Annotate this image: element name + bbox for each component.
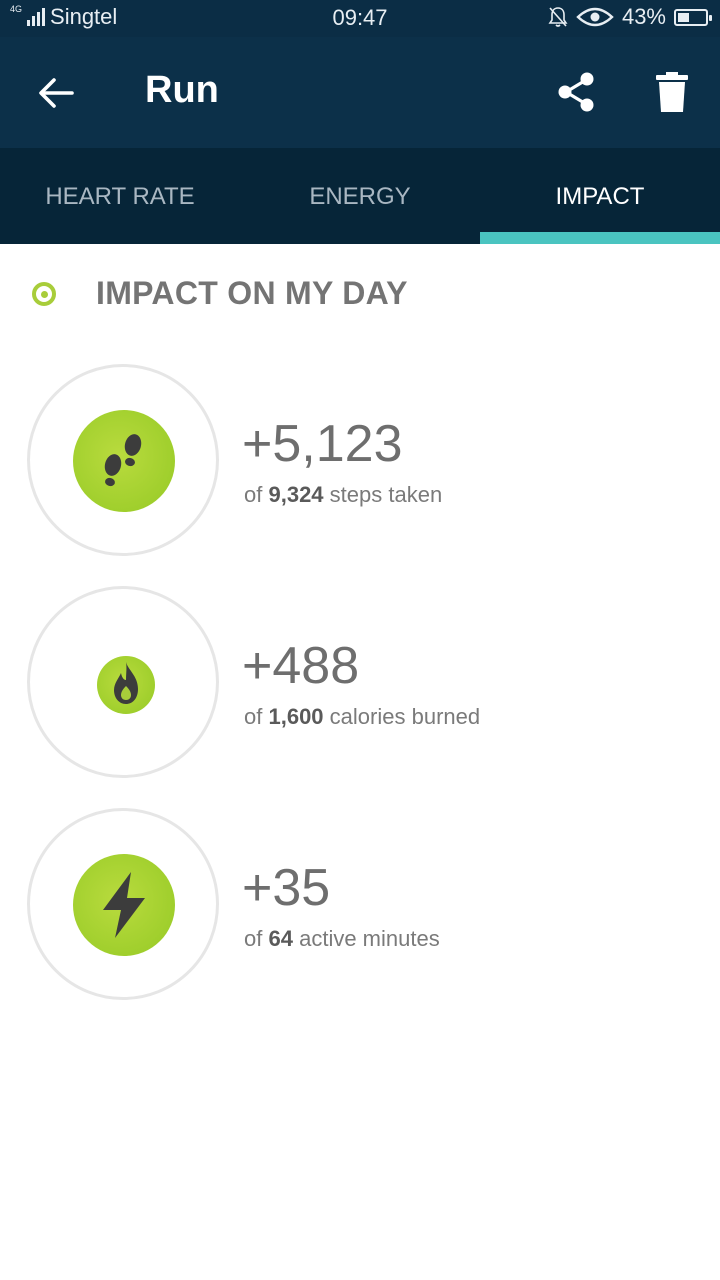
app-bar: Run — [0, 37, 720, 148]
stat-description: of 9,324 steps taken — [244, 482, 442, 508]
status-right: 43% — [548, 4, 712, 30]
stat-calories: +488 of 1,600 calories burned — [27, 586, 707, 782]
stat-prefix: of — [244, 704, 263, 729]
stat-total: 1,600 — [268, 704, 324, 729]
tab-impact[interactable]: IMPACT — [480, 148, 720, 244]
section-header: IMPACT ON MY DAY — [32, 275, 408, 312]
battery-percent: 43% — [621, 4, 666, 29]
stat-suffix: active minutes — [299, 926, 440, 951]
stat-total: 9,324 — [268, 482, 324, 507]
target-dot-icon — [32, 281, 56, 306]
stat-value: +488 — [242, 637, 360, 695]
steps-badge — [73, 410, 175, 512]
stat-total: 64 — [268, 926, 293, 951]
active-minutes-badge — [73, 854, 175, 956]
share-icon[interactable] — [555, 71, 597, 113]
stat-suffix: steps taken — [329, 482, 443, 507]
stat-ring — [27, 364, 219, 556]
footsteps-icon — [104, 434, 142, 487]
battery-icon — [674, 8, 712, 26]
tab-bar: HEART RATE ENERGY IMPACT — [0, 148, 720, 244]
section-title: IMPACT ON MY DAY — [96, 275, 408, 311]
stat-description: of 64 active minutes — [244, 926, 440, 952]
mute-icon — [548, 7, 568, 27]
tab-label: ENERGY — [309, 183, 411, 210]
back-arrow-icon[interactable] — [36, 73, 76, 113]
stat-value: +5,123 — [242, 415, 403, 473]
stat-description: of 1,600 calories burned — [244, 704, 480, 730]
tab-heart-rate[interactable]: HEART RATE — [0, 148, 240, 244]
status-bar: 4G Singtel 09:47 43% — [0, 0, 720, 37]
stat-steps: +5,123 of 9,324 steps taken — [27, 364, 707, 560]
stat-prefix: of — [244, 926, 263, 951]
page-title: Run — [145, 69, 219, 111]
stat-ring — [27, 586, 219, 778]
stat-value: +35 — [242, 859, 331, 917]
stat-prefix: of — [244, 482, 263, 507]
active-tab-indicator — [480, 232, 720, 244]
flame-icon — [114, 662, 138, 704]
stat-suffix: calories burned — [329, 704, 481, 729]
calories-badge — [97, 656, 155, 714]
stat-ring — [27, 808, 219, 1000]
delete-icon[interactable] — [655, 71, 689, 113]
tab-energy[interactable]: ENERGY — [240, 148, 480, 244]
lightning-bolt-icon — [103, 872, 145, 938]
stat-active-minutes: +35 of 64 active minutes — [27, 808, 707, 1004]
tab-label: IMPACT — [555, 183, 645, 210]
battery-level — [678, 12, 689, 22]
eye-icon — [576, 7, 614, 27]
tab-label: HEART RATE — [45, 183, 195, 210]
